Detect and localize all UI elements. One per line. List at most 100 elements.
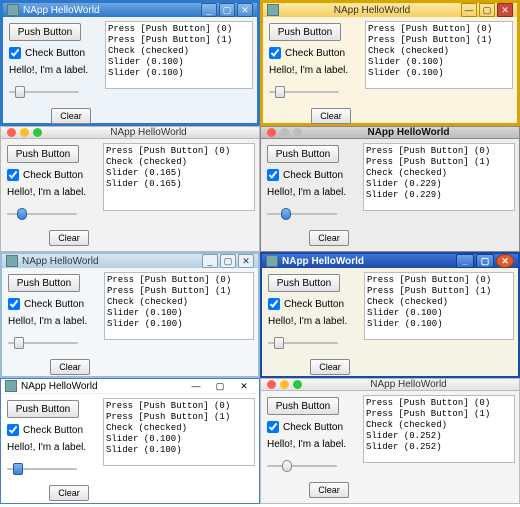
- slider[interactable]: [7, 206, 77, 222]
- title-bar[interactable]: NApp HelloWorld _ ▢ ✕: [262, 254, 518, 268]
- log-line: Press [Push Button] (0): [107, 275, 251, 286]
- title-bar[interactable]: NApp HelloWorld — ▢ ✕: [263, 3, 517, 17]
- check-button-box[interactable]: [269, 47, 281, 59]
- app-window: NApp HelloWorld Push Button Check Button…: [0, 126, 260, 252]
- check-button-label: Check Button: [23, 425, 83, 436]
- check-button[interactable]: Check Button: [269, 47, 357, 59]
- check-button-box[interactable]: [8, 298, 20, 310]
- check-button-label: Check Button: [24, 299, 84, 310]
- check-button[interactable]: Check Button: [9, 47, 97, 59]
- check-button-label: Check Button: [283, 422, 343, 433]
- push-button[interactable]: Push Button: [267, 145, 339, 163]
- clear-button[interactable]: Clear: [49, 485, 89, 501]
- maximize-button[interactable]: ▢: [219, 3, 235, 17]
- minimize-button[interactable]: [280, 380, 289, 389]
- slider-thumb[interactable]: [274, 337, 284, 349]
- check-button-box[interactable]: [268, 298, 280, 310]
- log-line: Slider (0.100): [368, 68, 510, 79]
- minimize-button[interactable]: —: [461, 3, 477, 17]
- clear-button[interactable]: Clear: [311, 108, 351, 124]
- push-button[interactable]: Push Button: [9, 23, 81, 41]
- minimize-button[interactable]: [20, 128, 29, 137]
- push-button[interactable]: Push Button: [7, 145, 79, 163]
- check-button-box[interactable]: [7, 424, 19, 436]
- slider[interactable]: [267, 458, 337, 474]
- slider[interactable]: [269, 84, 339, 100]
- title-bar[interactable]: NApp HelloWorld _ ▢ ✕: [2, 254, 258, 268]
- check-button[interactable]: Check Button: [268, 298, 356, 310]
- push-button[interactable]: Push Button: [8, 274, 80, 292]
- check-button[interactable]: Check Button: [267, 421, 355, 433]
- close-button[interactable]: ✕: [238, 254, 254, 268]
- maximize-button[interactable]: ▢: [220, 254, 236, 268]
- slider[interactable]: [7, 461, 77, 477]
- clear-button[interactable]: Clear: [310, 359, 350, 375]
- clear-button[interactable]: Clear: [309, 482, 349, 498]
- check-button-label: Check Button: [284, 299, 344, 310]
- slider[interactable]: [267, 206, 337, 222]
- app-window: NApp HelloWorld _ ▢ ✕ Push Button Check …: [0, 252, 260, 378]
- push-button[interactable]: Push Button: [267, 397, 339, 415]
- title-bar[interactable]: NApp HelloWorld: [1, 127, 259, 139]
- slider-thumb[interactable]: [282, 460, 292, 472]
- minimize-button[interactable]: _: [201, 3, 217, 17]
- check-button[interactable]: Check Button: [8, 298, 96, 310]
- app-icon: [266, 255, 278, 267]
- close-button[interactable]: ✕: [233, 379, 255, 393]
- title-bar[interactable]: NApp HelloWorld: [261, 379, 519, 391]
- slider-thumb[interactable]: [13, 463, 23, 475]
- slider[interactable]: [9, 84, 79, 100]
- maximize-button[interactable]: ▢: [479, 3, 495, 17]
- check-button-box[interactable]: [267, 169, 279, 181]
- zoom-button[interactable]: [293, 380, 302, 389]
- log-line: Check (checked): [106, 157, 252, 168]
- title-bar[interactable]: NApp HelloWorld — ▢ ✕: [1, 379, 259, 394]
- close-button[interactable]: ✕: [497, 3, 513, 17]
- log-panel: Press [Push Button] (0)Press [Push Butto…: [364, 272, 514, 340]
- clear-button[interactable]: Clear: [50, 359, 90, 375]
- check-button-label: Check Button: [285, 48, 345, 59]
- log-panel: Press [Push Button] (0)Check (checked)Sl…: [103, 143, 255, 211]
- log-line: Check (checked): [106, 423, 252, 434]
- zoom-button[interactable]: [293, 128, 302, 137]
- slider-thumb[interactable]: [17, 208, 27, 220]
- log-line: Slider (0.252): [366, 442, 512, 453]
- hello-label: Hello!, I'm a label.: [268, 316, 356, 327]
- app-window: NApp HelloWorld _ ▢ ✕ Push Button Check …: [0, 0, 260, 126]
- maximize-button[interactable]: ▢: [209, 379, 231, 393]
- check-button-box[interactable]: [7, 169, 19, 181]
- push-button[interactable]: Push Button: [269, 23, 341, 41]
- minimize-button[interactable]: —: [185, 379, 207, 393]
- log-line: Press [Push Button] (1): [366, 409, 512, 420]
- minimize-button[interactable]: _: [456, 254, 474, 268]
- slider-thumb[interactable]: [14, 337, 24, 349]
- minimize-button[interactable]: _: [202, 254, 218, 268]
- close-button[interactable]: ✕: [237, 3, 253, 17]
- check-button-box[interactable]: [267, 421, 279, 433]
- close-button[interactable]: [267, 128, 276, 137]
- check-button-box[interactable]: [9, 47, 21, 59]
- maximize-button[interactable]: ▢: [476, 254, 494, 268]
- slider[interactable]: [8, 335, 78, 351]
- slider-thumb[interactable]: [281, 208, 291, 220]
- slider-thumb[interactable]: [275, 86, 285, 98]
- slider-track: [267, 465, 337, 467]
- slider[interactable]: [268, 335, 338, 351]
- title-bar[interactable]: NApp HelloWorld _ ▢ ✕: [3, 3, 257, 17]
- clear-button[interactable]: Clear: [49, 230, 89, 246]
- slider-thumb[interactable]: [15, 86, 25, 98]
- check-button[interactable]: Check Button: [7, 169, 95, 181]
- push-button[interactable]: Push Button: [268, 274, 340, 292]
- check-button[interactable]: Check Button: [267, 169, 355, 181]
- clear-button[interactable]: Clear: [309, 230, 349, 246]
- zoom-button[interactable]: [33, 128, 42, 137]
- app-icon: [6, 255, 18, 267]
- check-button[interactable]: Check Button: [7, 424, 95, 436]
- minimize-button[interactable]: [280, 128, 289, 137]
- close-button[interactable]: [267, 380, 276, 389]
- push-button[interactable]: Push Button: [7, 400, 79, 418]
- clear-button[interactable]: Clear: [51, 108, 91, 124]
- close-button[interactable]: ✕: [496, 254, 514, 268]
- title-bar[interactable]: NApp HelloWorld: [261, 127, 519, 139]
- close-button[interactable]: [7, 128, 16, 137]
